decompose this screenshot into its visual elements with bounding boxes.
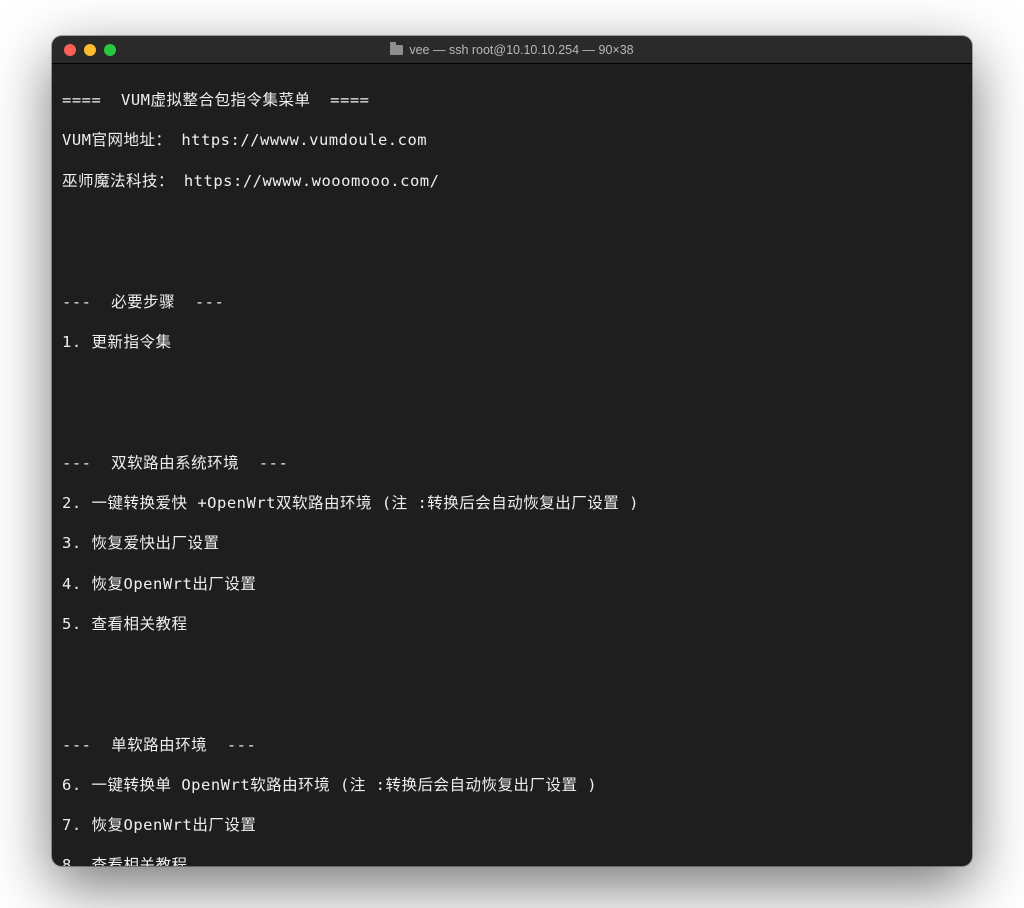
section-heading-required: --- 必要步骤 --- [62, 292, 962, 312]
folder-icon [390, 45, 403, 55]
blank [62, 211, 962, 231]
site-line-2: 巫师魔法科技： https://wwww.wooomooo.com/ [62, 171, 962, 191]
menu-title: ==== VUM虚拟整合包指令集菜单 ==== [62, 90, 962, 110]
section-heading-dual: --- 双软路由系统环境 --- [62, 453, 962, 473]
terminal-body[interactable]: ==== VUM虚拟整合包指令集菜单 ==== VUM官网地址： https:/… [52, 64, 972, 866]
blank [62, 412, 962, 432]
window-title: vee — ssh root@10.10.10.254 — 90×38 [52, 43, 972, 57]
minimize-icon[interactable] [84, 44, 96, 56]
title-text: vee — ssh root@10.10.10.254 — 90×38 [409, 43, 633, 57]
blank [62, 372, 962, 392]
window-controls [52, 44, 116, 56]
section-heading-single: --- 单软路由环境 --- [62, 735, 962, 755]
titlebar[interactable]: vee — ssh root@10.10.10.254 — 90×38 [52, 36, 972, 64]
terminal-window: vee — ssh root@10.10.10.254 — 90×38 ====… [52, 36, 972, 866]
menu-item: 8. 查看相关教程 [62, 855, 962, 866]
menu-item: 2. 一键转换爱快 +OpenWrt双软路由环境 (注 :转换后会自动恢复出厂设… [62, 493, 962, 513]
blank [62, 694, 962, 714]
menu-item: 5. 查看相关教程 [62, 614, 962, 634]
blank [62, 251, 962, 271]
menu-item: 3. 恢复爱快出厂设置 [62, 533, 962, 553]
blank [62, 654, 962, 674]
zoom-icon[interactable] [104, 44, 116, 56]
menu-item: 6. 一键转换单 OpenWrt软路由环境 (注 :转换后会自动恢复出厂设置 ) [62, 775, 962, 795]
close-icon[interactable] [64, 44, 76, 56]
menu-item: 1. 更新指令集 [62, 332, 962, 352]
menu-item: 7. 恢复OpenWrt出厂设置 [62, 815, 962, 835]
menu-item: 4. 恢复OpenWrt出厂设置 [62, 574, 962, 594]
site-line-1: VUM官网地址： https://wwww.vumdoule.com [62, 130, 962, 150]
